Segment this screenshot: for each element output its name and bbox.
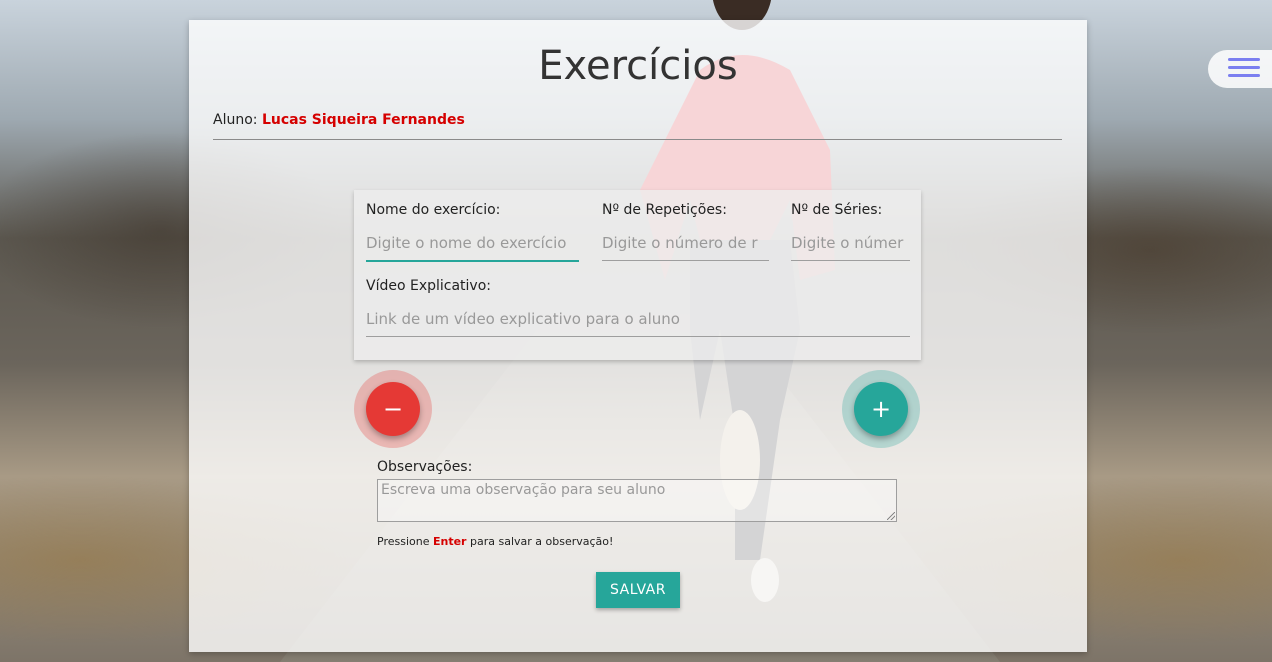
- observations-textarea[interactable]: Escreva uma observação para seu aluno: [377, 479, 897, 522]
- exercise-name-input[interactable]: Digite o nome do exercício: [366, 226, 579, 262]
- plus-icon: +: [870, 395, 892, 423]
- student-info: Aluno: Lucas Siqueira Fernandes: [213, 112, 1062, 140]
- hint-key: Enter: [432, 535, 467, 548]
- minus-icon: −: [382, 395, 404, 423]
- save-button[interactable]: SALVAR: [596, 572, 680, 608]
- exercise-card: Exercícios Aluno: Lucas Siqueira Fernand…: [189, 20, 1087, 652]
- resize-grip-icon[interactable]: [887, 512, 895, 520]
- observations-placeholder: Escreva uma observação para seu aluno: [381, 482, 666, 498]
- observations-label: Observações:: [377, 459, 473, 475]
- sets-input[interactable]: Digite o númer: [791, 226, 910, 261]
- repetitions-label: Nº de Repetições:: [602, 202, 727, 218]
- page-title: Exercícios: [538, 43, 738, 89]
- student-name: Lucas Siqueira Fernandes: [261, 112, 465, 128]
- exercise-form: Nome do exercício: Digite o nome do exer…: [354, 190, 921, 360]
- exercise-name-label: Nome do exercício:: [366, 202, 501, 218]
- hint-suffix: para salvar a observação!: [469, 535, 614, 548]
- add-exercise-button[interactable]: +: [854, 382, 908, 436]
- remove-exercise-button[interactable]: −: [366, 382, 420, 436]
- menu-toggle-button[interactable]: [1208, 50, 1272, 88]
- sets-label: Nº de Séries:: [791, 202, 883, 218]
- student-label: Aluno:: [213, 112, 258, 128]
- observations-hint: Pressione Enter para salvar a observação…: [377, 535, 613, 548]
- video-link-input[interactable]: Link de um vídeo explicativo para o alun…: [366, 302, 910, 337]
- repetitions-input[interactable]: Digite o número de r: [602, 226, 769, 261]
- video-label: Vídeo Explicativo:: [366, 278, 492, 294]
- hint-prefix: Pressione: [377, 535, 430, 548]
